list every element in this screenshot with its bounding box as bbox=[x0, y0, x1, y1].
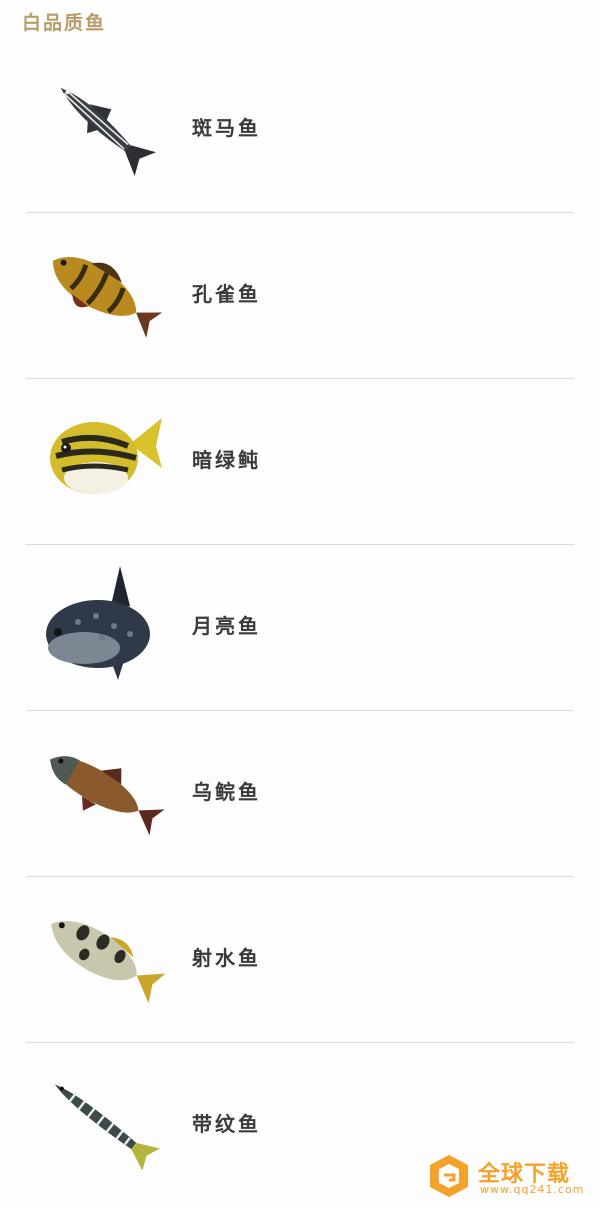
peacock-fish-icon bbox=[38, 230, 168, 354]
sunfish-icon bbox=[38, 562, 168, 686]
pufferfish-icon bbox=[38, 396, 168, 520]
list-item-sunfish[interactable]: 月亮鱼 bbox=[0, 544, 600, 711]
fish-name: 孔雀鱼 bbox=[192, 282, 261, 306]
list-item-archer-fish[interactable]: 射水鱼 bbox=[0, 876, 600, 1043]
watermark: 全球下载 www.qq241.com bbox=[426, 1153, 596, 1201]
fish-name: 射水鱼 bbox=[192, 946, 261, 970]
fish-name: 带纹鱼 bbox=[192, 1112, 261, 1136]
list-item-peacock-fish[interactable]: 孔雀鱼 bbox=[0, 212, 600, 379]
list-item-zebra-fish[interactable]: 斑马鱼 bbox=[0, 46, 600, 213]
page-title: 白品质鱼 bbox=[22, 12, 107, 34]
fish-name: 乌鲩鱼 bbox=[192, 780, 261, 804]
brand-logo-icon bbox=[426, 1153, 472, 1199]
list-item-grass-carp[interactable]: 乌鲩鱼 bbox=[0, 710, 600, 877]
watermark-url: www.qq241.com bbox=[480, 1183, 585, 1196]
banded-fish-icon bbox=[38, 1060, 168, 1184]
grass-carp-icon bbox=[38, 728, 168, 852]
fish-list: 斑马鱼 孔雀鱼 暗绿鲀 月亮鱼 乌鲩鱼 射水鱼 带纹鱼 bbox=[0, 46, 600, 1208]
fish-name: 斑马鱼 bbox=[192, 116, 261, 140]
zebra-fish-icon bbox=[38, 64, 168, 188]
fish-name: 月亮鱼 bbox=[192, 614, 261, 638]
fish-name: 暗绿鲀 bbox=[192, 448, 261, 472]
list-item-pufferfish[interactable]: 暗绿鲀 bbox=[0, 378, 600, 545]
archer-fish-icon bbox=[38, 894, 168, 1018]
